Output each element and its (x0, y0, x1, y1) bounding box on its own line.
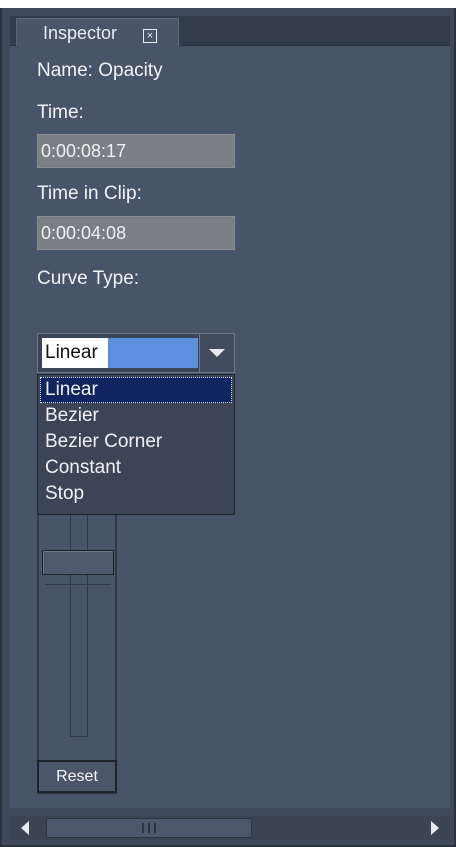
arrow-right-icon (431, 821, 439, 835)
inspector-window: Inspector × Name: Opacity Time: 0:00:08:… (0, 8, 456, 847)
inspector-panel: Name: Opacity Time: 0:00:08:17 Time in C… (10, 46, 450, 808)
tab-inspector[interactable]: Inspector × (16, 18, 179, 48)
option-constant[interactable]: Constant (40, 455, 232, 481)
reset-button[interactable]: Reset (37, 760, 117, 793)
time-field[interactable]: 0:00:08:17 (37, 134, 235, 168)
option-bezier-corner[interactable]: Bezier Corner (40, 429, 232, 455)
curve-type-select[interactable]: Linear (37, 333, 235, 373)
option-bezier[interactable]: Bezier (40, 403, 232, 429)
curve-type-label: Curve Type: (37, 268, 140, 289)
arrow-left-icon (21, 821, 29, 835)
close-icon[interactable]: × (143, 29, 157, 43)
time-in-clip-field[interactable]: 0:00:04:08 (37, 216, 235, 250)
horizontal-scrollbar[interactable] (10, 816, 450, 840)
chevron-down-icon (209, 349, 225, 357)
curve-type-dropdown-list: Linear Bezier Bezier Corner Constant Sto… (37, 374, 235, 515)
value-slider[interactable] (37, 474, 117, 794)
time-label: Time: (37, 102, 84, 123)
time-in-clip-label: Time in Clip: (37, 183, 142, 204)
option-stop[interactable]: Stop (40, 481, 232, 507)
scroll-right-button[interactable] (420, 816, 448, 840)
curve-type-selected-text: Linear (42, 338, 108, 368)
tab-bar: Inspector × (10, 16, 450, 48)
curve-type-text[interactable]: Linear (42, 338, 198, 368)
slider-tick (45, 584, 111, 585)
tab-label: Inspector (43, 23, 118, 43)
scroll-thumb[interactable] (46, 818, 252, 838)
grip-icon (142, 823, 156, 833)
top-strip (0, 0, 456, 8)
option-linear[interactable]: Linear (40, 377, 232, 403)
scroll-left-button[interactable] (12, 816, 40, 840)
name-label: Name: Opacity (37, 60, 163, 81)
slider-thumb[interactable] (42, 550, 114, 575)
dropdown-button[interactable] (199, 334, 234, 372)
